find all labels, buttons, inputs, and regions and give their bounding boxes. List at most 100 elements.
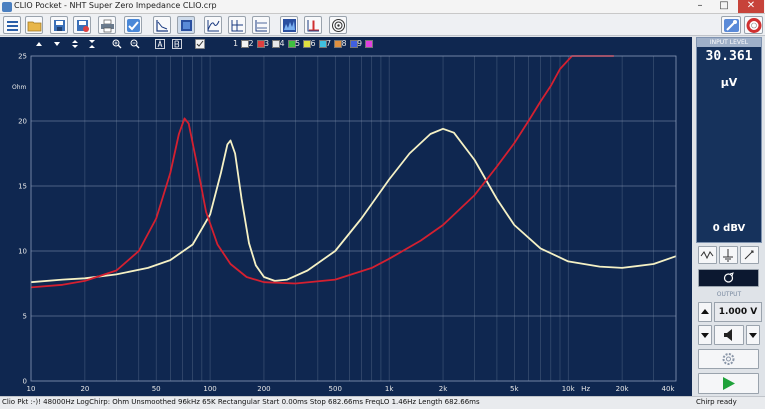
go-button[interactable] [698, 373, 759, 394]
grid-minor [84, 56, 654, 381]
impulse-button[interactable] [304, 16, 322, 34]
print-icon [101, 19, 114, 33]
zoom-out-icon [130, 39, 140, 49]
cursor-button[interactable] [228, 16, 246, 34]
loop-button[interactable] [698, 269, 759, 287]
save-icon [54, 20, 65, 31]
overlay-number-6: 6 [310, 39, 316, 48]
series-group [30, 55, 677, 289]
waveform-icon [700, 251, 714, 260]
x-tick-label: 500 [329, 385, 342, 393]
phase-button[interactable] [252, 16, 270, 34]
window-title: CLIO Pocket - NHT Super Zero Impedance C… [14, 1, 217, 10]
x-tick-label: 200 [257, 385, 270, 393]
open-button[interactable] [25, 16, 43, 34]
plot-fill-button[interactable] [177, 16, 195, 34]
compress-vertical-icon [89, 40, 95, 48]
impedance-chart[interactable]: 25 20 15 10 50 10 20 50 100 200 500 1k 2k 5k 10k 20k 40… [0, 51, 692, 396]
overlay-button[interactable] [204, 16, 222, 34]
print-button[interactable] [98, 16, 116, 34]
output-down-button[interactable] [698, 325, 712, 345]
arrow-up-icon [701, 309, 709, 314]
generator-settings-button[interactable] [698, 349, 759, 369]
input-level-panel: INPUT LEVEL 30.361 µV 0 dBV [696, 37, 762, 243]
overlay-icon [207, 20, 220, 32]
output-mute-button[interactable] [714, 325, 744, 345]
waterfall-button[interactable] [280, 16, 298, 34]
input-ground-button[interactable] [719, 246, 738, 264]
x-axis-label: Hz [581, 385, 590, 393]
x-tick-label: 2k [439, 385, 448, 393]
menu-button[interactable] [3, 16, 21, 34]
autoscale-icon [155, 39, 165, 49]
input-config-button[interactable] [740, 246, 759, 264]
arrow-down-icon [54, 42, 60, 46]
check-button[interactable] [124, 16, 142, 34]
plot-linear-button[interactable] [153, 16, 171, 34]
checkbox-icon [195, 39, 205, 49]
x-tick-label: 50 [152, 385, 161, 393]
ground-icon [723, 249, 733, 262]
arrow-up-icon [36, 42, 42, 46]
status-text: Clio Pkt :-)! 48000Hz LogChirp: Ohm Unsm… [2, 398, 480, 406]
cursor-icon [231, 20, 243, 32]
expand-scale-button[interactable] [70, 39, 80, 49]
waterfall-icon [283, 19, 296, 32]
overlay-number-8: 8 [341, 39, 347, 48]
zoom-out-button[interactable] [130, 39, 140, 49]
output-level-value[interactable]: 1.000 V [714, 302, 762, 322]
y-tick-labels: 2520151050 [18, 53, 27, 386]
speaker-icon [332, 19, 345, 32]
help-lifebuoy-icon [746, 18, 762, 33]
save-button[interactable] [50, 16, 68, 34]
marker-toggle[interactable] [195, 39, 205, 49]
title-bar: CLIO Pocket - NHT Super Zero Impedance C… [0, 0, 765, 14]
autoscale-b-icon [172, 39, 182, 49]
plot-fill-icon [181, 20, 192, 31]
output-up-button[interactable] [698, 302, 712, 322]
autoscale-a-button[interactable] [155, 39, 165, 49]
status-bar: Clio Pkt :-)! 48000Hz LogChirp: Ohm Unsm… [0, 396, 765, 409]
y-tick-label: 20 [18, 118, 27, 126]
plot-linear-icon [156, 20, 168, 32]
overlay-toggle-9[interactable] [365, 40, 373, 48]
speaker-button[interactable] [329, 16, 347, 34]
series-line-2 [30, 55, 614, 289]
scale-up-button[interactable] [34, 39, 44, 49]
x-tick-label: 10k [562, 385, 576, 393]
probe-icon [744, 250, 754, 260]
autoscale-b-button[interactable] [172, 39, 182, 49]
x-tick-label: 20 [80, 385, 89, 393]
zoom-in-button[interactable] [112, 39, 122, 49]
save-as-button[interactable] [73, 16, 91, 34]
scale-down-button[interactable] [52, 39, 62, 49]
overlay-number-3: 3 [264, 39, 270, 48]
x-tick-label: 40k [662, 385, 676, 393]
x-tick-labels: 10 20 50 100 200 500 1k 2k 5k 10k 20k 40k Hz [27, 385, 676, 393]
x-tick-label: 20k [616, 385, 630, 393]
output-label: OUTPUT [716, 291, 742, 298]
x-tick-label: 5k [510, 385, 519, 393]
save-as-icon [77, 20, 89, 32]
minimize-button[interactable]: – [688, 0, 712, 13]
close-button[interactable]: ✕ [738, 0, 764, 13]
maximize-button[interactable]: □ [712, 0, 736, 13]
expand-vertical-icon [72, 40, 78, 48]
right-sidebar: INPUT LEVEL 30.361 µV 0 dBV OUTPUT 1.000… [694, 37, 765, 396]
plot-frame [30, 55, 677, 382]
settings-wrench-button[interactable] [721, 16, 741, 34]
open-folder-icon [27, 21, 42, 32]
input-filter-button[interactable] [698, 246, 717, 264]
compress-scale-button[interactable] [87, 39, 97, 49]
plot-toolbar: 12 34 56 78 9 [0, 37, 692, 51]
series-line-1 [30, 127, 677, 284]
y-tick-label: 10 [18, 248, 27, 256]
input-level-label: INPUT LEVEL [697, 38, 761, 47]
x-tick-label: 10 [27, 385, 36, 393]
overlay-number-4: 4 [279, 39, 285, 48]
app-icon [2, 2, 12, 12]
output-dropdown-button[interactable] [746, 325, 760, 345]
phase-icon [255, 20, 267, 32]
help-button[interactable] [744, 16, 763, 34]
overlay-number-9: 9 [357, 39, 363, 48]
